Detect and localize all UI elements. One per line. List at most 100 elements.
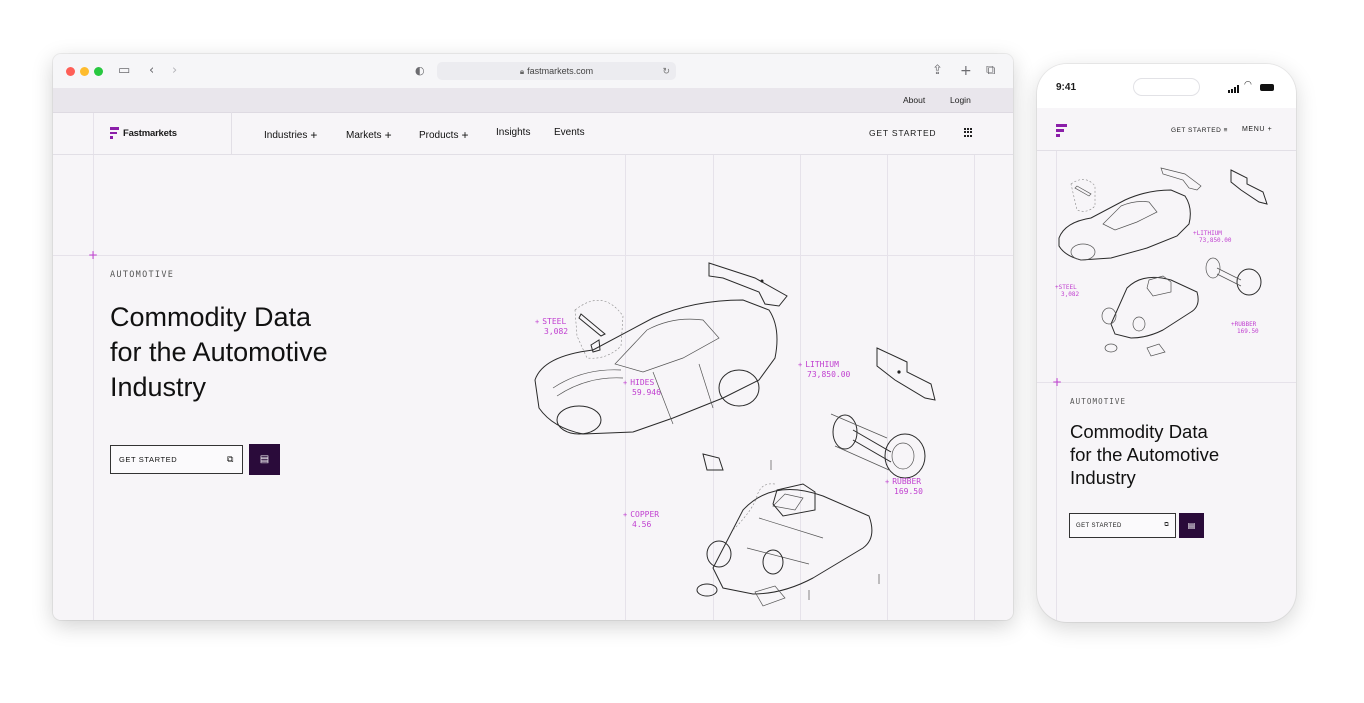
hero-title: Commodity Data for the Automotive Indust… xyxy=(110,300,430,405)
chassis-detail xyxy=(746,493,824,565)
rear-wheel xyxy=(762,549,784,575)
nav-products[interactable]: Products + xyxy=(419,127,469,142)
wifi-icon: ◠ xyxy=(1244,80,1252,90)
wiring xyxy=(732,483,776,531)
nav-label: Events xyxy=(554,127,585,138)
phone-header: GET STARTED ≡ MENU + xyxy=(1037,108,1296,151)
apps-grid-icon[interactable] xyxy=(964,128,973,137)
document-icon: ▤ xyxy=(1187,521,1196,530)
car-windshield xyxy=(1102,201,1158,231)
phone-car-diagram xyxy=(1058,167,1268,357)
main-navigation: Fastmarkets Industries + Markets + Product… xyxy=(53,112,1013,155)
phone-hero-title: Commodity Data for the Automotive Indust… xyxy=(1070,420,1270,489)
hero-title-line: for the Automotive xyxy=(110,337,328,367)
nav-markets[interactable]: Markets + xyxy=(346,127,392,142)
chassis xyxy=(1110,276,1199,339)
spare-part xyxy=(696,583,718,597)
tab-overview-icon[interactable]: ⧉ xyxy=(986,63,995,79)
about-link[interactable]: About xyxy=(903,95,925,105)
side-rail xyxy=(1230,169,1268,205)
phone-tag-rubber[interactable]: +RUBBER 169.50 xyxy=(1231,321,1259,335)
copy-icon: ⧉ xyxy=(226,454,234,464)
tag-value: 169.50 xyxy=(1237,328,1259,335)
back-icon[interactable]: ‹ xyxy=(149,63,154,79)
car-door xyxy=(652,363,714,425)
fastener xyxy=(897,370,901,374)
tag-value: 169.50 xyxy=(894,487,923,496)
sidebar-toggle-icon[interactable]: ▭ xyxy=(118,63,130,79)
phone-hero-eyebrow: AUTOMOTIVE xyxy=(1070,397,1127,406)
phone-tag-lithium[interactable]: +LITHIUM 73,850.00 xyxy=(1193,230,1232,244)
bolt xyxy=(770,460,880,600)
tag-steel[interactable]: + STEEL 3,082 xyxy=(535,317,568,336)
document-button[interactable]: ▤ xyxy=(249,444,280,475)
fastener xyxy=(760,279,764,283)
chassis xyxy=(712,489,873,595)
hero-get-started-button[interactable]: GET STARTED ⧉ xyxy=(110,445,243,474)
plus-icon: + xyxy=(461,127,469,142)
hero-title-line: Industry xyxy=(110,372,207,402)
list-icon: ≡ xyxy=(1223,127,1228,134)
tag-value: 59.946 xyxy=(632,388,661,397)
share-icon[interactable]: ⇪ xyxy=(932,63,943,79)
tag-value: 73,850.00 xyxy=(807,370,851,379)
address-bar[interactable]: 🔒︎ fastmarkets.com ↻ xyxy=(437,62,676,80)
right-wheel-rim xyxy=(891,442,915,470)
tag-lithium[interactable]: + LITHIUM 73,850.00 xyxy=(798,360,850,379)
logo-text: Fastmarkets xyxy=(123,127,177,139)
reload-icon[interactable]: ↻ xyxy=(662,62,670,80)
login-link[interactable]: Login xyxy=(950,95,971,105)
small-bracket xyxy=(702,453,724,471)
dynamic-island xyxy=(1133,78,1200,96)
tag-value: 73,850.00 xyxy=(1199,237,1232,244)
hero-title-line: Industry xyxy=(1070,467,1136,488)
axle-guard xyxy=(830,413,890,471)
hero-eyebrow: AUTOMOTIVE xyxy=(110,270,175,280)
phone-get-started-button[interactable]: GET STARTED ⧉ xyxy=(1069,513,1176,538)
fastmarkets-logo[interactable]: Fastmarkets xyxy=(110,126,177,140)
callout-outline xyxy=(1070,179,1096,212)
small-part xyxy=(754,585,786,607)
nav-get-started-link[interactable]: GET STARTED xyxy=(869,128,936,138)
rear-wheel xyxy=(1132,316,1146,332)
browser-toolbar: ▭ ‹ › ◐ 🔒︎ fastmarkets.com ↻ ⇪ + ⧉ xyxy=(53,54,1013,89)
car-body xyxy=(1058,189,1191,261)
car-windshield xyxy=(614,318,720,373)
tag-name: RUBBER xyxy=(892,477,922,486)
crosshair-icon: + xyxy=(88,248,99,262)
front-wheel-arch xyxy=(1070,243,1096,261)
status-time: 9:41 xyxy=(1056,82,1077,93)
fastmarkets-logo-mark[interactable] xyxy=(1056,124,1067,137)
copy-icon: ⧉ xyxy=(1164,522,1169,528)
phone-get-started-link[interactable]: GET STARTED ≡ xyxy=(1171,127,1228,134)
front-wheel xyxy=(706,540,732,568)
hero-title-line: for the Automotive xyxy=(1070,444,1220,465)
nav-label: Products xyxy=(419,130,459,141)
forward-icon[interactable]: › xyxy=(172,63,177,79)
nav-events[interactable]: Events xyxy=(554,127,585,138)
new-tab-icon[interactable]: + xyxy=(960,63,972,79)
tag-name: COPPER xyxy=(630,510,660,519)
nav-industries[interactable]: Industries + xyxy=(264,127,317,142)
maximize-window-button[interactable] xyxy=(94,67,103,76)
nav-insights[interactable]: Insights xyxy=(496,127,530,138)
spoiler xyxy=(708,262,788,307)
phone-tag-steel[interactable]: +STEEL 3,082 xyxy=(1055,284,1079,298)
engine xyxy=(1146,275,1172,297)
minimize-window-button[interactable] xyxy=(80,67,89,76)
phone-document-button[interactable]: ▤ xyxy=(1179,513,1204,538)
trim-strip xyxy=(578,313,606,337)
plus-icon: + xyxy=(384,127,392,142)
nav-label: Insights xyxy=(496,127,531,138)
hero-title-line: Commodity Data xyxy=(110,302,312,332)
phone-mockup: 9:41 ◠ GET STARTED ≡ MENU + +LITHIUM 73,… xyxy=(1037,64,1296,622)
rear-wheel-arch xyxy=(718,369,760,407)
nav-divider xyxy=(231,112,232,154)
tag-hides[interactable]: + HIDES 59.946 xyxy=(623,378,661,397)
tag-name: STEEL xyxy=(1058,284,1077,291)
privacy-shield-icon[interactable]: ◐ xyxy=(415,63,425,79)
tag-copper[interactable]: + COPPER 4.56 xyxy=(623,510,659,529)
tag-rubber[interactable]: + RUBBER 169.50 xyxy=(885,477,923,496)
close-window-button[interactable] xyxy=(66,67,75,76)
menu-button[interactable]: MENU + xyxy=(1242,126,1272,133)
